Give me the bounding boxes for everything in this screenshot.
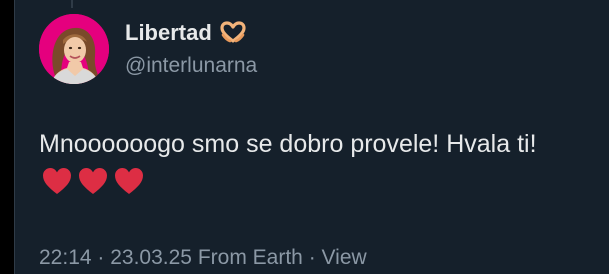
meta-separator: · — [91, 246, 111, 269]
tweet-source: From Earth — [197, 246, 303, 269]
author-handle[interactable]: @interlunarna — [125, 54, 257, 78]
avatar-portrait — [39, 14, 109, 84]
tweet-meta: 22:14 · 23.03.25 From Earth · View — [39, 246, 367, 270]
display-name-text: Libertad — [125, 20, 212, 45]
heart-hands-icon — [220, 21, 246, 49]
red-heart-icon — [79, 168, 107, 194]
tweet-text: Mnoooooogo smo se dobro provele! Hvala t… — [39, 130, 537, 158]
meta-separator: · — [302, 246, 322, 269]
author-display-name[interactable]: Libertad — [125, 20, 246, 49]
avatar[interactable] — [39, 14, 109, 84]
tweet-time[interactable]: 22:14 — [39, 246, 92, 269]
tweet-date[interactable]: 23.03.25 — [110, 246, 192, 269]
red-heart-icon — [115, 168, 143, 194]
tweet-hearts — [41, 166, 145, 196]
view-link[interactable]: View — [322, 246, 367, 269]
red-heart-icon — [43, 168, 71, 194]
tweet-card: Libertad @interlunarna Mnoooooogo smo se… — [14, 0, 609, 274]
